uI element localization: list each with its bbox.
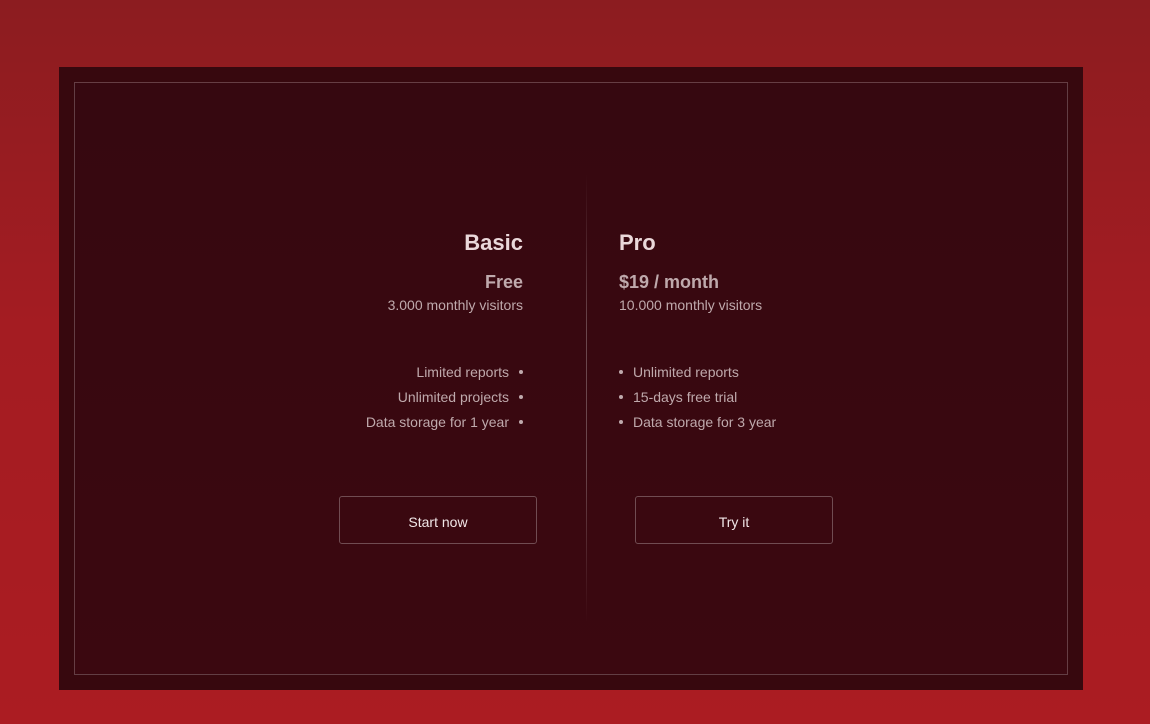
- plan-title: Basic: [464, 230, 523, 255]
- plan-title: Pro: [619, 230, 656, 255]
- feature-label: Unlimited projects: [397, 389, 509, 405]
- plan-visitors: 10.000 monthly visitors: [619, 297, 763, 313]
- feature-item: Unlimited projects: [263, 385, 523, 410]
- plan-price: Free: [484, 272, 523, 292]
- bullet-icon: [619, 395, 623, 400]
- plan-visitors: 3.000 monthly visitors: [387, 297, 523, 313]
- feature-label: 15-days free trial: [633, 389, 738, 405]
- feature-list: Limited reports Unlimited projects Data …: [263, 360, 523, 435]
- bullet-icon: [519, 395, 523, 400]
- feature-item: Data storage for 3 year: [619, 410, 879, 435]
- feature-item: 15-days free trial: [619, 385, 879, 410]
- try-it-button[interactable]: Try it: [635, 496, 833, 544]
- feature-list: Unlimited reports 15-days free trial Dat…: [619, 360, 879, 435]
- feature-item: Data storage for 1 year: [263, 410, 523, 435]
- plan-price: $19 / month: [619, 272, 720, 292]
- feature-label: Data storage for 1 year: [365, 414, 509, 430]
- feature-item: Limited reports: [263, 360, 523, 385]
- plan-divider: [586, 173, 587, 623]
- feature-label: Data storage for 3 year: [633, 414, 777, 430]
- feature-label: Unlimited reports: [633, 364, 739, 380]
- bullet-icon: [519, 370, 523, 375]
- start-now-button[interactable]: Start now: [339, 496, 537, 544]
- bullet-icon: [519, 420, 523, 425]
- pricing-panel: Basic Free 3.000 monthly visitors Limite…: [59, 67, 1083, 690]
- feature-label: Limited reports: [416, 364, 509, 380]
- plan-pro: Pro $19 / month 10.000 monthly visitors …: [619, 228, 879, 435]
- bullet-icon: [619, 370, 623, 375]
- plan-basic: Basic Free 3.000 monthly visitors Limite…: [263, 228, 523, 435]
- feature-item: Unlimited reports: [619, 360, 879, 385]
- bullet-icon: [619, 420, 623, 425]
- pricing-frame: Basic Free 3.000 monthly visitors Limite…: [74, 82, 1068, 675]
